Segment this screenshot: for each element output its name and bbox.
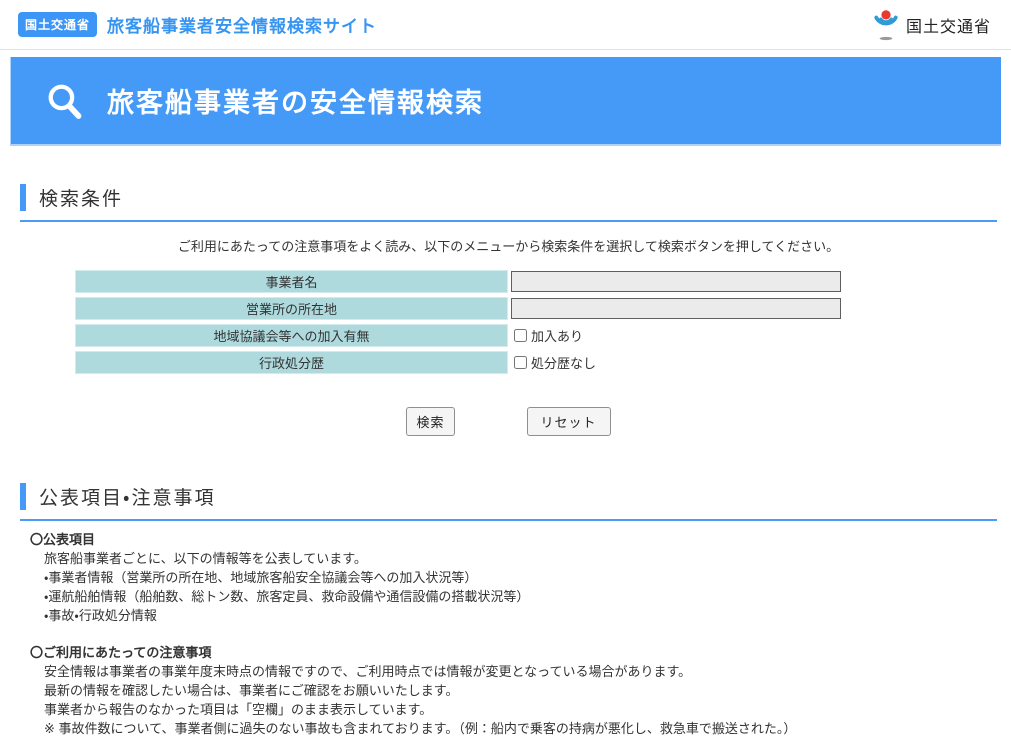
usage-notes-line: 事業者から報告のなかった項目は「空欄」のまま表示しています。	[30, 700, 997, 719]
site-header-right: 国土交通省	[871, 7, 991, 43]
search-conditions-header: 検索条件	[20, 184, 997, 222]
mlit-logo-icon	[871, 7, 901, 43]
published-items-line: ・事業者情報（営業所の所在地、地域旅客船安全協議会等への加入状況等）	[30, 568, 997, 587]
mlit-logo-text: 国土交通省	[906, 13, 991, 37]
office-location-label: 営業所の所在地	[75, 297, 508, 320]
office-location-value-cell	[508, 297, 937, 320]
search-icon	[45, 81, 85, 121]
council-membership-checkbox-label[interactable]: 加入あり	[511, 326, 583, 345]
operator-name-value-cell	[508, 270, 937, 293]
published-items-line: ・運航船舶情報（船舶数、総トン数、旅客定員、救命設備や通信設備の搭載状況等）	[30, 587, 997, 606]
council-membership-checkbox-text: 加入あり	[531, 326, 583, 345]
info-section-heading: 公表項目・注意事項	[20, 483, 997, 510]
penalty-history-checkbox-label[interactable]: 処分歴なし	[511, 353, 596, 372]
search-button[interactable]: 検索	[406, 407, 454, 436]
published-items-title: 〇公表項目	[30, 530, 997, 549]
penalty-history-label: 行政処分歴	[75, 351, 508, 374]
penalty-history-value-cell: 処分歴なし	[508, 351, 937, 374]
penalty-history-checkbox[interactable]	[514, 356, 527, 369]
council-membership-value-cell: 加入あり	[508, 324, 937, 347]
info-section-header: 公表項目・注意事項	[20, 483, 997, 521]
search-form-table: 事業者名 営業所の所在地 地域協議会等への加入有無 加入あり 行政処分歴	[75, 270, 937, 374]
penalty-history-checkbox-text: 処分歴なし	[531, 353, 596, 372]
published-items-line: 旅客船事業者ごとに、以下の情報等を公表しています。	[30, 549, 997, 568]
form-row-penalty-history: 行政処分歴 処分歴なし	[75, 351, 937, 374]
search-instruction: ご利用にあたっての注意事項をよく読み、以下のメニューから検索条件を選択して検索ボ…	[20, 236, 997, 255]
operator-name-label: 事業者名	[75, 270, 508, 293]
form-row-office-location: 営業所の所在地	[75, 297, 937, 320]
site-header-left: 国土交通省 旅客船事業者安全情報検索サイト	[18, 12, 377, 37]
page-title: 旅客船事業者の安全情報検索	[107, 81, 484, 120]
search-conditions-section: 検索条件 ご利用にあたっての注意事項をよく読み、以下のメニューから検索条件を選択…	[20, 184, 997, 436]
usage-notes-line: 安全情報は事業者の事業年度末時点の情報ですので、ご利用時点では情報が変更となって…	[30, 662, 997, 681]
reset-button[interactable]: リセット	[527, 407, 611, 436]
info-content: 〇公表項目 旅客船事業者ごとに、以下の情報等を公表しています。 ・事業者情報（営…	[30, 530, 997, 738]
form-row-operator-name: 事業者名	[75, 270, 937, 293]
office-location-input[interactable]	[511, 298, 841, 319]
usage-notes-line: ※ 事故件数について、事業者側に過失のない事故も含まれております。（例：船内で乗…	[30, 719, 997, 738]
page-banner: 旅客船事業者の安全情報検索	[10, 57, 1001, 146]
search-conditions-heading: 検索条件	[20, 184, 997, 211]
usage-notes-line: 最新の情報を確認したい場合は、事業者にご確認をお願いいたします。	[30, 681, 997, 700]
form-buttons: 検索 リセット	[20, 407, 997, 436]
usage-notes-title: 〇ご利用にあたっての注意事項	[30, 643, 997, 662]
site-title: 旅客船事業者安全情報検索サイト	[107, 12, 377, 37]
council-membership-checkbox[interactable]	[514, 329, 527, 342]
operator-name-input[interactable]	[511, 271, 841, 292]
published-items-block: 〇公表項目 旅客船事業者ごとに、以下の情報等を公表しています。 ・事業者情報（営…	[30, 530, 997, 625]
usage-notes-block: 〇ご利用にあたっての注意事項 安全情報は事業者の事業年度末時点の情報ですので、ご…	[30, 643, 997, 738]
mlit-badge: 国土交通省	[18, 12, 97, 37]
form-row-council-membership: 地域協議会等への加入有無 加入あり	[75, 324, 937, 347]
council-membership-label: 地域協議会等への加入有無	[75, 324, 508, 347]
site-header: 国土交通省 旅客船事業者安全情報検索サイト 国土交通省	[0, 0, 1011, 50]
published-items-line: ・事故・行政処分情報	[30, 606, 997, 625]
